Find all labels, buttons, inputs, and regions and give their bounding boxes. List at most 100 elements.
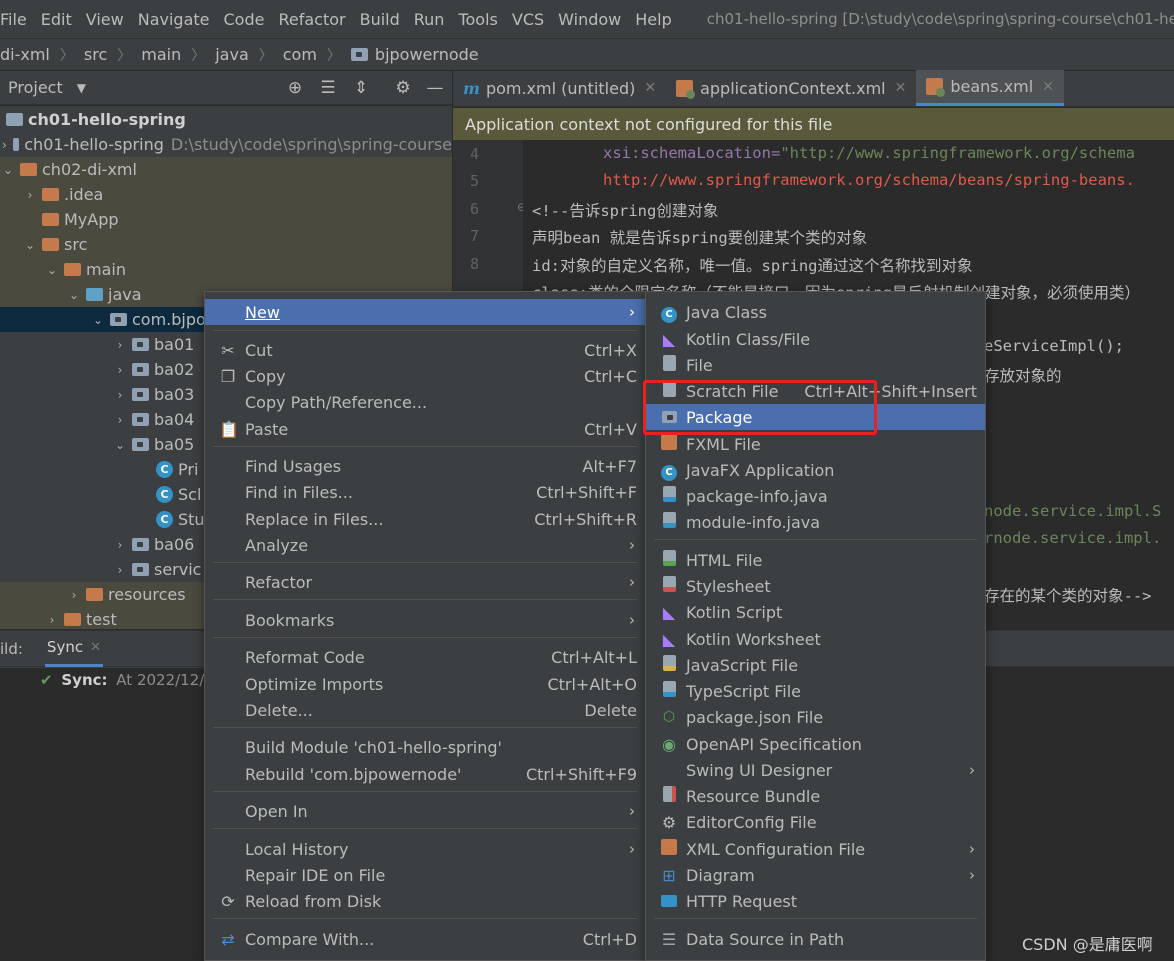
menu-item-html-file[interactable]: HTML File (646, 547, 985, 573)
chevron-down-icon[interactable]: ▼ (77, 81, 86, 95)
tree-item[interactable]: › ch01-hello-spring D:\study\code\spring\s… (0, 132, 452, 157)
menu-help[interactable]: Help (628, 10, 678, 29)
menu-item-paste[interactable]: 📋 Paste Ctrl+V (205, 416, 645, 442)
menu-item-find-in-files[interactable]: Find in Files... Ctrl+Shift+F (205, 479, 645, 505)
chevron-right-icon[interactable]: › (2, 138, 7, 152)
tab-beans-xml[interactable]: beans.xml ✕ (916, 70, 1064, 106)
menu-item-swing-ui-designer[interactable]: Swing UI Designer › (646, 757, 985, 783)
menu-item-kotlin-script[interactable]: ◣ Kotlin Script (646, 599, 985, 625)
menu-item-resource-bundle[interactable]: Resource Bundle (646, 783, 985, 809)
menu-item-javafx-application[interactable]: C JavaFX Application (646, 457, 985, 483)
menu-item-local-history[interactable]: Local History › (205, 836, 645, 862)
menu-item-reload-from-disk[interactable]: ⟳ Reload from Disk (205, 888, 645, 914)
menu-item-analyze[interactable]: Analyze › (205, 532, 645, 558)
menu-build[interactable]: Build (353, 10, 407, 29)
menu-separator (213, 791, 637, 792)
tab-application-context[interactable]: applicationContext.xml ✕ (666, 70, 916, 106)
chevron-right-icon[interactable]: › (114, 338, 126, 352)
chevron-down-icon[interactable]: ⌄ (2, 163, 14, 177)
menu-item-module-info[interactable]: module-info.java (646, 509, 985, 535)
menu-item-file[interactable]: File (646, 352, 985, 378)
chevron-right-icon[interactable]: › (114, 563, 126, 577)
sync-status[interactable]: ✔ Sync: At 2022/12/2 (40, 671, 214, 689)
menu-item-openapi[interactable]: ◉ OpenAPI Specification (646, 731, 985, 757)
tree-item[interactable]: ⌄ ch02-di-xml (0, 157, 452, 182)
menu-view[interactable]: View (79, 10, 131, 29)
close-icon[interactable]: ✕ (644, 80, 656, 96)
menu-item-refactor[interactable]: Refactor › (205, 569, 645, 595)
close-icon[interactable]: ✕ (1042, 79, 1054, 95)
menu-item-compare-with[interactable]: ⇄ Compare With... Ctrl+D (205, 926, 645, 952)
chevron-right-icon[interactable]: › (24, 188, 36, 202)
menu-item-open-in[interactable]: Open In › (205, 798, 645, 824)
menu-window[interactable]: Window (551, 10, 628, 29)
menu-item-kotlin-worksheet[interactable]: ◣ Kotlin Worksheet (646, 626, 985, 652)
menu-item-rebuild[interactable]: Rebuild 'com.bjpowernode' Ctrl+Shift+F9 (205, 761, 645, 787)
gear-icon[interactable]: ⚙ (393, 78, 413, 98)
project-view-selector[interactable]: Project (8, 78, 63, 97)
menu-item-kotlin-class[interactable]: ◣ Kotlin Class/File (646, 326, 985, 352)
menu-item-editorconfig[interactable]: ⚙ EditorConfig File (646, 809, 985, 835)
chevron-right-icon[interactable]: › (114, 388, 126, 402)
menu-item-stylesheet[interactable]: Stylesheet (646, 573, 985, 599)
minimize-icon[interactable]: — (425, 78, 445, 98)
menu-item-diagram[interactable]: ⊞ Diagram › (646, 862, 985, 888)
target-icon[interactable]: ⊕ (285, 78, 305, 98)
menu-item-copy-path[interactable]: Copy Path/Reference... (205, 389, 645, 415)
chevron-down-icon[interactable]: ⌄ (114, 438, 126, 452)
chevron-down-icon[interactable]: ⌄ (92, 313, 104, 327)
collapse-all-icon[interactable]: ⇕ (351, 78, 371, 98)
menu-item-data-source[interactable]: ☰ Data Source in Path (646, 926, 985, 952)
menu-item-new[interactable]: New › (205, 299, 645, 325)
tab-pom-xml[interactable]: m pom.xml (untitled) ✕ (453, 70, 666, 106)
menu-item-xml-config[interactable]: XML Configuration File › (646, 836, 985, 862)
menu-edit[interactable]: Edit (34, 10, 79, 29)
menu-refactor[interactable]: Refactor (271, 10, 352, 29)
menu-item-find-usages[interactable]: Find Usages Alt+F7 (205, 453, 645, 479)
menu-tools[interactable]: Tools (451, 10, 504, 29)
tree-item[interactable]: MyApp (0, 207, 452, 232)
breadcrumb-item[interactable]: java (215, 45, 249, 64)
chevron-down-icon[interactable]: ⌄ (68, 288, 80, 302)
menu-item-delete[interactable]: Delete... Delete (205, 697, 645, 723)
menu-item-repair-ide[interactable]: Repair IDE on File (205, 862, 645, 888)
menu-item-replace-in-files[interactable]: Replace in Files... Ctrl+Shift+R (205, 506, 645, 532)
menu-item-package-json[interactable]: ⬡ package.json File (646, 704, 985, 730)
menu-item-copy[interactable]: ❐ Copy Ctrl+C (205, 363, 645, 389)
chevron-right-icon[interactable]: › (46, 613, 58, 627)
chevron-right-icon[interactable]: › (114, 413, 126, 427)
menu-item-optimize-imports[interactable]: Optimize Imports Ctrl+Alt+O (205, 671, 645, 697)
chevron-down-icon[interactable]: ⌄ (24, 238, 36, 252)
chevron-down-icon[interactable]: ⌄ (46, 263, 58, 277)
tab-sync[interactable]: Sync ✕ (44, 631, 103, 667)
menu-item-bookmarks[interactable]: Bookmarks › (205, 607, 645, 633)
tree-item[interactable]: › .idea (0, 182, 452, 207)
tree-item[interactable]: ⌄ main (0, 257, 452, 282)
menu-file[interactable]: File (0, 10, 34, 29)
tree-item[interactable]: ch01-hello-spring (0, 107, 452, 132)
menu-item-reformat-code[interactable]: Reformat Code Ctrl+Alt+L (205, 644, 645, 670)
expand-all-icon[interactable]: ☰ (318, 78, 338, 98)
close-icon[interactable]: ✕ (895, 80, 907, 96)
close-icon[interactable]: ✕ (90, 640, 101, 655)
chevron-right-icon[interactable]: › (114, 538, 126, 552)
breadcrumb-item[interactable]: main (141, 45, 181, 64)
breadcrumb-item[interactable]: di-xml (0, 45, 50, 64)
menu-item-javascript-file[interactable]: JavaScript File (646, 652, 985, 678)
breadcrumb-item-package[interactable]: bjpowernode (350, 45, 479, 64)
menu-code[interactable]: Code (217, 10, 272, 29)
menu-item-http-request[interactable]: HTTP Request (646, 888, 985, 914)
menu-vcs[interactable]: VCS (505, 10, 551, 29)
menu-item-java-class[interactable]: C Java Class (646, 299, 985, 325)
menu-item-package-info[interactable]: package-info.java (646, 483, 985, 509)
menu-navigate[interactable]: Navigate (131, 10, 217, 29)
tree-item[interactable]: ⌄ src (0, 232, 452, 257)
menu-item-cut[interactable]: ✂ Cut Ctrl+X (205, 337, 645, 363)
chevron-right-icon[interactable]: › (68, 588, 80, 602)
chevron-right-icon[interactable]: › (114, 363, 126, 377)
breadcrumb-item[interactable]: com (283, 45, 317, 64)
menu-item-build-module[interactable]: Build Module 'ch01-hello-spring' (205, 734, 645, 760)
menu-run[interactable]: Run (407, 10, 452, 29)
menu-item-typescript-file[interactable]: TypeScript File (646, 678, 985, 704)
breadcrumb-item[interactable]: src (84, 45, 107, 64)
